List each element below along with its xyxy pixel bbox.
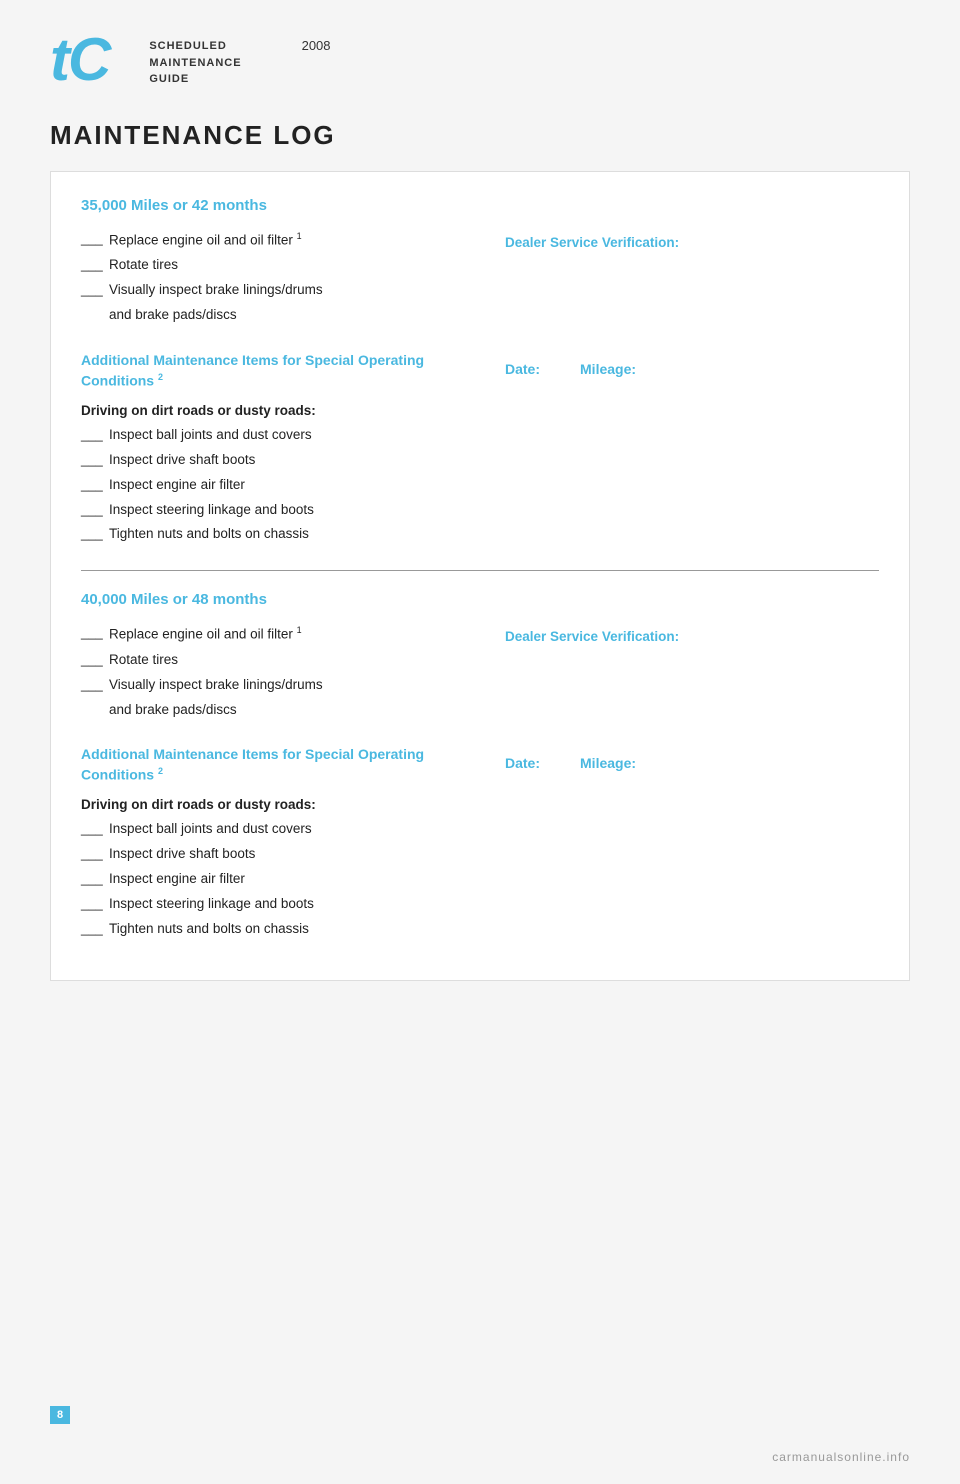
list-item: ___ Visually inspect brake linings/drums	[81, 676, 455, 695]
logo: tC	[50, 30, 109, 90]
dealer-verification: Dealer Service Verification:	[505, 629, 879, 644]
subsection-header: Driving on dirt roads or dusty roads:	[81, 797, 455, 812]
item-text: Inspect steering linkage and boots	[109, 501, 455, 520]
page: tC SCHEDULED MAINTENANCE GUIDE 2008 MAIN…	[0, 0, 960, 1484]
footer-brand: carmanualsonline.info	[772, 1450, 910, 1464]
date-mileage: Date: Mileage:	[505, 361, 879, 377]
section-divider	[81, 570, 879, 571]
section-35k-header: 35,000 Miles or 42 months	[81, 197, 879, 214]
page-title: MAINTENANCE LOG	[50, 120, 910, 151]
list-item: ___ Inspect drive shaft boots	[81, 451, 455, 470]
section-40k-additional-right: Date: Mileage:	[485, 725, 879, 944]
checkbox: ___	[81, 476, 109, 494]
year: 2008	[302, 38, 331, 53]
section-35k-additional-grid: Additional Maintenance Items for Special…	[81, 331, 879, 550]
item-text: Rotate tires	[109, 256, 455, 275]
checkbox: ___	[81, 651, 109, 669]
mileage-label: Mileage:	[580, 361, 636, 377]
list-item: ___ Inspect steering linkage and boots	[81, 501, 455, 520]
maintenance-card: 35,000 Miles or 42 months ___ Replace en…	[50, 171, 910, 981]
checkbox: ___	[81, 525, 109, 543]
list-item: ___ Tighten nuts and bolts on chassis	[81, 920, 455, 939]
list-item: ___ Replace engine oil and oil filter 1	[81, 230, 455, 250]
date-label: Date:	[505, 755, 540, 771]
checkbox: ___	[81, 820, 109, 838]
checkbox: ___	[81, 281, 109, 299]
checkbox: ___	[81, 845, 109, 863]
additional-header: Additional Maintenance Items for Special…	[81, 745, 455, 785]
section-35k-additional-left: Additional Maintenance Items for Special…	[81, 331, 475, 550]
item-text: Visually inspect brake linings/drums	[109, 676, 455, 695]
section-40k: 40,000 Miles or 48 months ___ Replace en…	[81, 591, 879, 944]
item-text-continued: and brake pads/discs	[81, 701, 455, 720]
list-item: ___ Inspect engine air filter	[81, 476, 455, 495]
section-40k-left: ___ Replace engine oil and oil filter 1 …	[81, 624, 475, 725]
additional-header: Additional Maintenance Items for Special…	[81, 351, 455, 391]
list-item: ___ Inspect engine air filter	[81, 870, 455, 889]
section-40k-header: 40,000 Miles or 48 months	[81, 591, 879, 608]
checkbox: ___	[81, 426, 109, 444]
item-text-continued: and brake pads/discs	[81, 306, 455, 325]
mileage-label: Mileage:	[580, 755, 636, 771]
item-text: Replace engine oil and oil filter 1	[109, 624, 455, 644]
item-text: Inspect drive shaft boots	[109, 845, 455, 864]
list-item: ___ Inspect steering linkage and boots	[81, 895, 455, 914]
section-40k-additional-left: Additional Maintenance Items for Special…	[81, 725, 475, 944]
item-text: Tighten nuts and bolts on chassis	[109, 525, 455, 544]
checkbox: ___	[81, 870, 109, 888]
checkbox: ___	[81, 230, 109, 248]
item-text: Inspect ball joints and dust covers	[109, 426, 455, 445]
checkbox: ___	[81, 256, 109, 274]
list-item: ___ Rotate tires	[81, 651, 455, 670]
header: tC SCHEDULED MAINTENANCE GUIDE 2008	[0, 0, 960, 110]
list-item: ___ Rotate tires	[81, 256, 455, 275]
section-40k-grid: ___ Replace engine oil and oil filter 1 …	[81, 624, 879, 725]
page-number: 8	[50, 1406, 70, 1424]
checkbox: ___	[81, 501, 109, 519]
item-text: Rotate tires	[109, 651, 455, 670]
item-text: Inspect drive shaft boots	[109, 451, 455, 470]
main-content: MAINTENANCE LOG 35,000 Miles or 42 month…	[0, 110, 960, 1021]
list-item: ___ Inspect drive shaft boots	[81, 845, 455, 864]
checkbox: ___	[81, 895, 109, 913]
item-text: Inspect engine air filter	[109, 870, 455, 889]
section-40k-additional-grid: Additional Maintenance Items for Special…	[81, 725, 879, 944]
item-text: Visually inspect brake linings/drums	[109, 281, 455, 300]
list-item: ___ Replace engine oil and oil filter 1	[81, 624, 455, 644]
list-item: ___ Inspect ball joints and dust covers	[81, 426, 455, 445]
subsection-header: Driving on dirt roads or dusty roads:	[81, 403, 455, 418]
date-mileage: Date: Mileage:	[505, 755, 879, 771]
checkbox: ___	[81, 920, 109, 938]
checkbox: ___	[81, 624, 109, 642]
list-item: ___ Inspect ball joints and dust covers	[81, 820, 455, 839]
item-text: Inspect ball joints and dust covers	[109, 820, 455, 839]
dealer-verification: Dealer Service Verification:	[505, 235, 879, 250]
list-item: ___ Visually inspect brake linings/drums	[81, 281, 455, 300]
guide-title: SCHEDULED MAINTENANCE GUIDE	[149, 38, 241, 88]
date-label: Date:	[505, 361, 540, 377]
section-35k-grid: ___ Replace engine oil and oil filter 1 …	[81, 230, 879, 331]
checkbox: ___	[81, 451, 109, 469]
section-35k-left: ___ Replace engine oil and oil filter 1 …	[81, 230, 475, 331]
item-text: Inspect steering linkage and boots	[109, 895, 455, 914]
list-item: ___ Tighten nuts and bolts on chassis	[81, 525, 455, 544]
checkbox: ___	[81, 676, 109, 694]
item-text: Tighten nuts and bolts on chassis	[109, 920, 455, 939]
section-35k: 35,000 Miles or 42 months ___ Replace en…	[81, 197, 879, 550]
section-40k-right: Dealer Service Verification:	[485, 624, 879, 725]
item-text: Replace engine oil and oil filter 1	[109, 230, 455, 250]
section-35k-additional-right: Date: Mileage:	[485, 331, 879, 550]
section-35k-right: Dealer Service Verification:	[485, 230, 879, 331]
item-text: Inspect engine air filter	[109, 476, 455, 495]
